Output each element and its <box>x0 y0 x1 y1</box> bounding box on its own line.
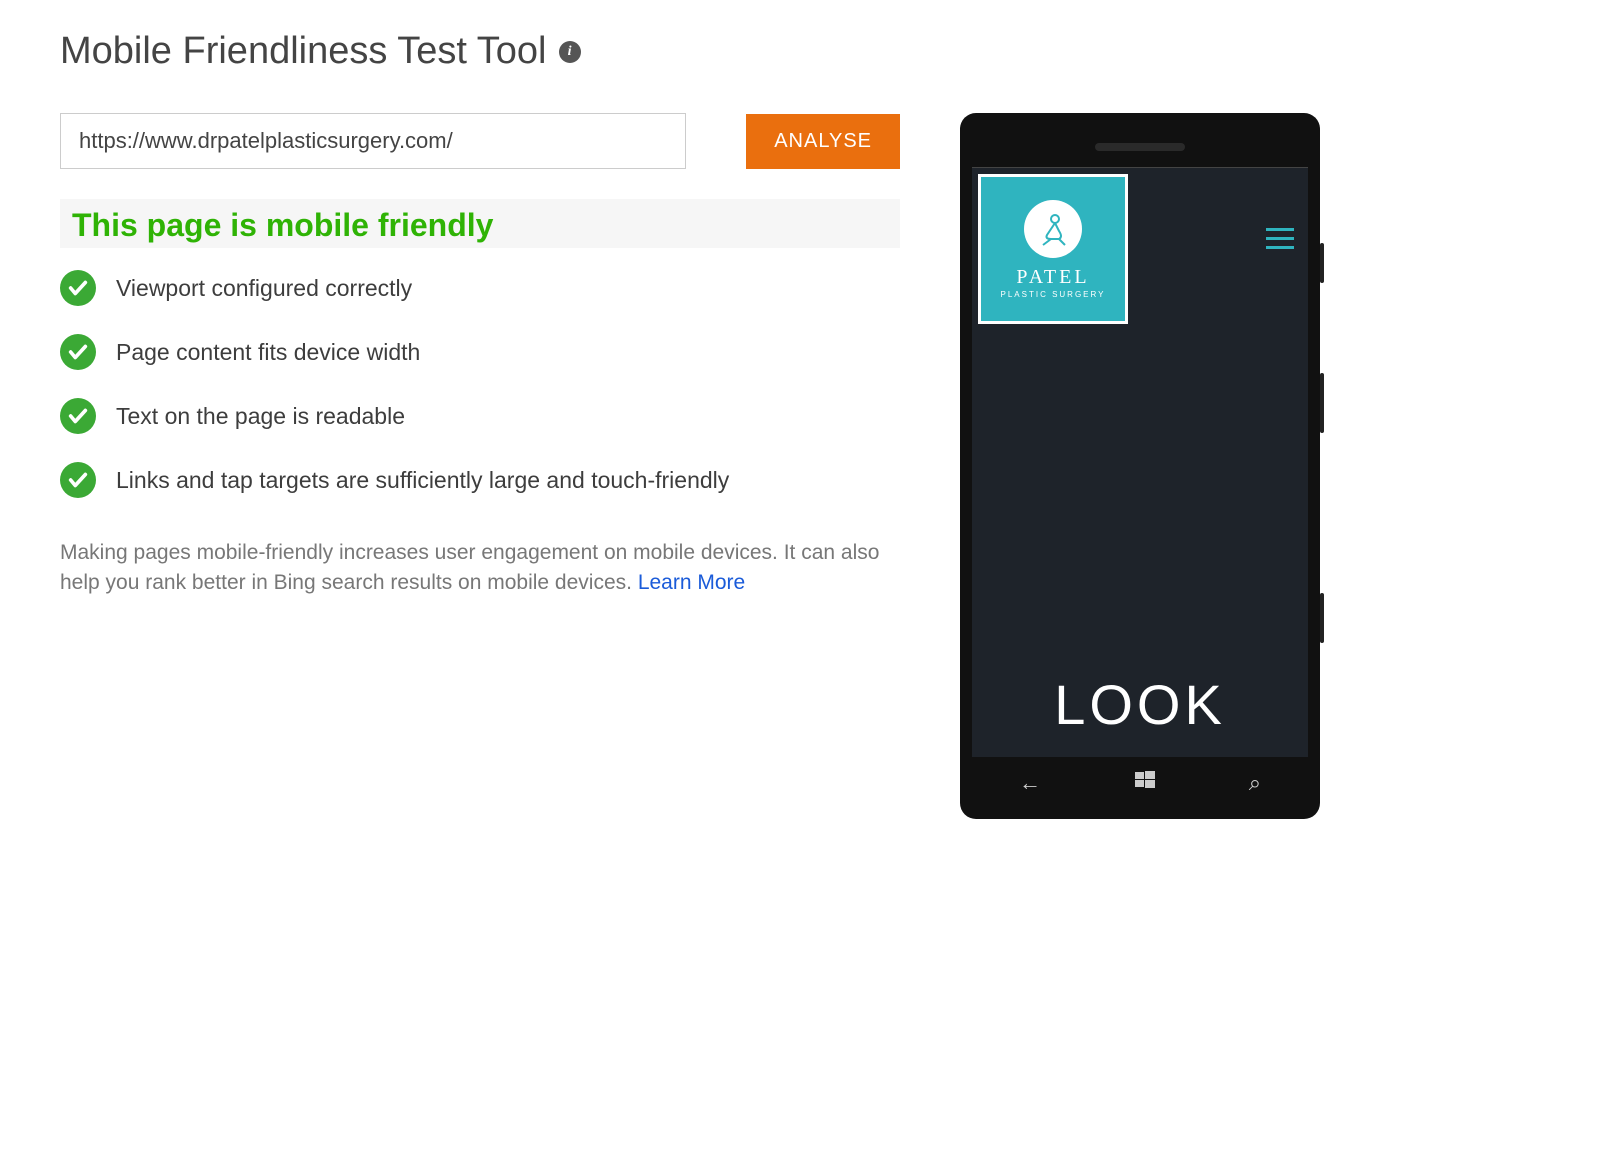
footer-description: Making pages mobile-friendly increases u… <box>60 538 900 599</box>
url-input[interactable] <box>60 113 686 169</box>
result-banner: This page is mobile friendly <box>60 199 900 248</box>
logo-mark-icon <box>1024 200 1082 258</box>
page-header: Mobile Friendliness Test Tool i <box>60 30 1540 73</box>
page-title: Mobile Friendliness Test Tool <box>60 30 547 73</box>
check-label: Links and tap targets are sufficiently l… <box>116 467 729 494</box>
search-icon[interactable]: ⌕ <box>1249 770 1261 796</box>
phone-side-button <box>1320 593 1324 643</box>
checkmark-icon <box>60 334 96 370</box>
phone-earpiece-area <box>972 127 1308 167</box>
phone-nav-bar: ← ⌕ <box>972 757 1308 809</box>
check-item: Viewport configured correctly <box>60 270 900 306</box>
checkmark-icon <box>60 462 96 498</box>
windows-icon[interactable] <box>1135 770 1155 796</box>
phone-side-button <box>1320 373 1324 433</box>
checkmark-icon <box>60 270 96 306</box>
check-label: Text on the page is readable <box>116 403 405 430</box>
learn-more-link[interactable]: Learn More <box>638 571 745 594</box>
checkmark-icon <box>60 398 96 434</box>
brand-subtitle: PLASTIC SURGERY <box>1001 290 1106 299</box>
analyse-button[interactable]: ANALYSE <box>746 114 900 169</box>
phone-preview-panel: PATEL PLASTIC SURGERY LOOK ← ⌕ <box>960 113 1330 819</box>
phone-frame: PATEL PLASTIC SURGERY LOOK ← ⌕ <box>960 113 1320 819</box>
site-logo[interactable]: PATEL PLASTIC SURGERY <box>978 174 1128 324</box>
check-item: Page content fits device width <box>60 334 900 370</box>
result-heading: This page is mobile friendly <box>72 207 888 244</box>
hamburger-menu-icon[interactable] <box>1266 228 1294 249</box>
check-item: Links and tap targets are sufficiently l… <box>60 462 900 498</box>
phone-side-button <box>1320 243 1324 283</box>
results-panel: ANALYSE This page is mobile friendly Vie… <box>60 113 900 819</box>
phone-screen: PATEL PLASTIC SURGERY LOOK <box>972 167 1308 757</box>
earpiece-icon <box>1095 143 1185 151</box>
url-form: ANALYSE <box>60 113 900 169</box>
back-icon[interactable]: ← <box>1019 770 1041 796</box>
hero-headline: LOOK <box>1054 672 1226 737</box>
info-icon[interactable]: i <box>559 41 581 63</box>
check-label: Page content fits device width <box>116 339 420 366</box>
check-label: Viewport configured correctly <box>116 275 412 302</box>
check-item: Text on the page is readable <box>60 398 900 434</box>
footer-text-content: Making pages mobile-friendly increases u… <box>60 541 879 594</box>
brand-name: PATEL <box>1016 266 1089 289</box>
